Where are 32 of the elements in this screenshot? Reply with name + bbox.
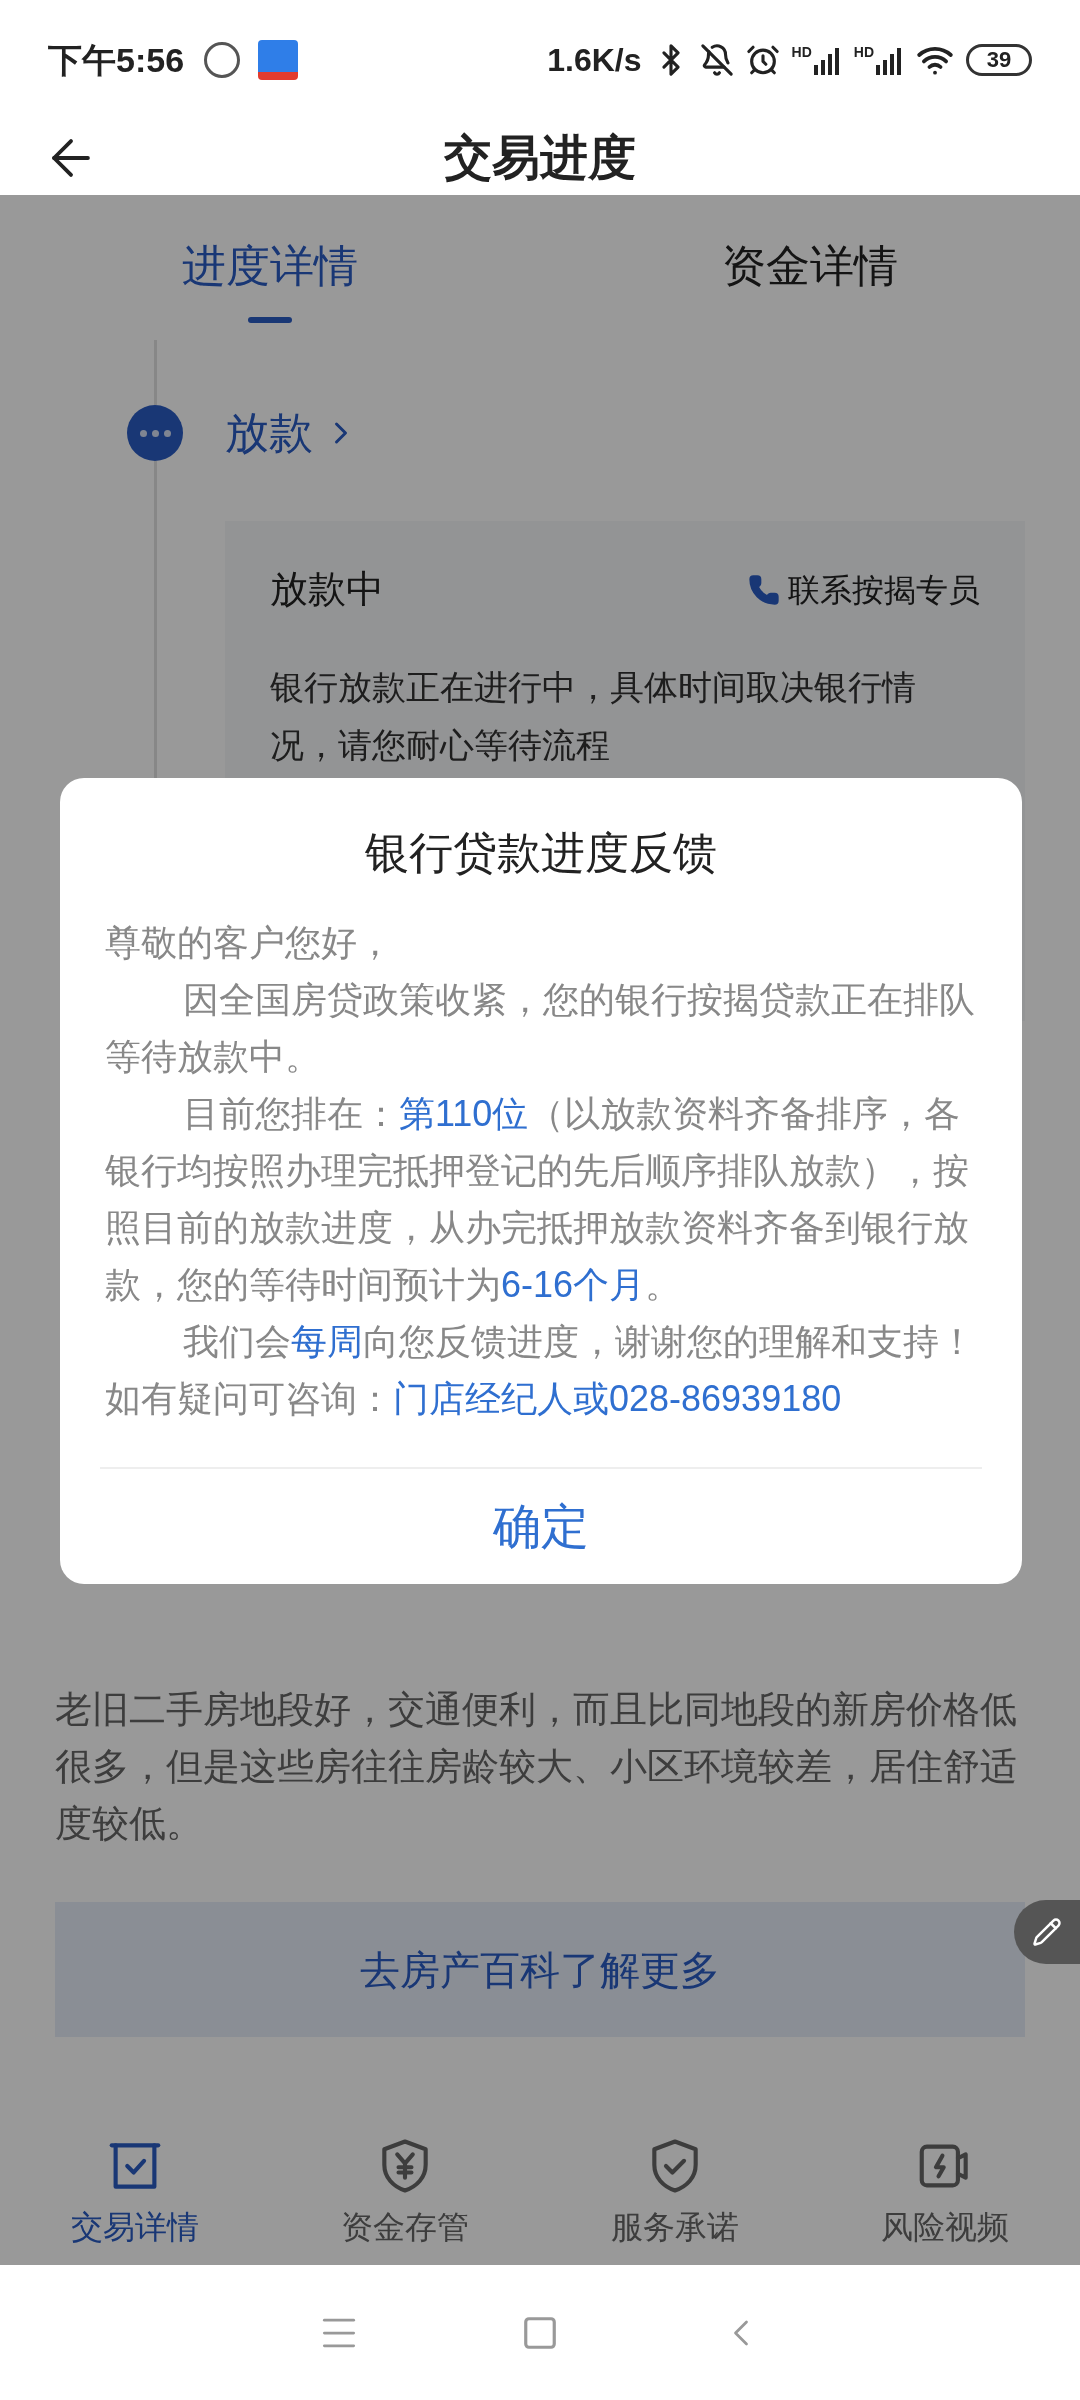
card-title: 放款中 <box>270 567 384 612</box>
bottom-tab[interactable]: 风险视频 <box>810 2120 1080 2265</box>
confirm-button[interactable]: 确定 <box>60 1469 1022 1584</box>
bottom-tab[interactable]: 服务承诺 <box>540 2120 810 2265</box>
tab[interactable]: 资金详情 <box>540 195 1080 340</box>
network-speed: 1.6K/s <box>547 41 642 80</box>
phone-icon <box>748 573 780 606</box>
bottom-tab[interactable]: 交易详情 <box>0 2120 270 2265</box>
dialog-paragraph: 目前您排在：第110位（以放款资料齐备排序，各银行均按照办理完抵押登记的先后顺序排队放款），按照目前的放款进度，从办完抵押放款资料齐备到银行放款，您的等待时间预计为6-16个月。 <box>105 1092 970 1307</box>
dialog-greeting: 尊敬的客户您好， <box>105 921 394 965</box>
pencil-icon <box>1032 1917 1062 1947</box>
alarm-icon <box>745 43 780 77</box>
battery-icon: 39 <box>966 44 1032 76</box>
signal-icon <box>876 45 904 75</box>
card-description: 银行放款正在进行中，具体时间取决银行情况，请您耐心等待流程 <box>270 667 917 766</box>
tab[interactable]: 进度详情 <box>0 195 540 340</box>
hd-label: HD <box>791 45 812 59</box>
article-text: 老旧二手房地段好，交通便利，而且比同地段的新房价格低很多，但是这些房往往房龄较大、小区环境较差，居住舒适度较低。 <box>55 1688 1018 1846</box>
bottom-tab[interactable]: 资金存管 <box>270 2120 540 2265</box>
more-button[interactable]: 去房产百科了解更多 <box>55 1902 1025 2037</box>
edit-float-button[interactable] <box>1014 1900 1080 1964</box>
app-icon <box>258 40 299 80</box>
contact-link[interactable]: 联系按揭专员 <box>748 565 980 614</box>
signal-icon <box>813 45 842 75</box>
bell-off-icon <box>699 43 734 77</box>
status-time: 下午5:56 <box>48 39 185 81</box>
dialog-title: 银行贷款进度反馈 <box>365 827 717 879</box>
dialog-paragraph: 因全国房贷政策收紧，您的银行按揭贷款正在排队等待放款中。 <box>105 978 976 1079</box>
step-link[interactable]: 放款 <box>225 405 359 461</box>
hd-label: HD <box>853 45 874 59</box>
page-title: 交易进度 <box>444 129 636 186</box>
dialog-paragraph: 我们会每周向您反馈进度，谢谢您的理解和支持！如有疑问可咨询：门店经纪人或028-86939180 <box>105 1320 976 1421</box>
